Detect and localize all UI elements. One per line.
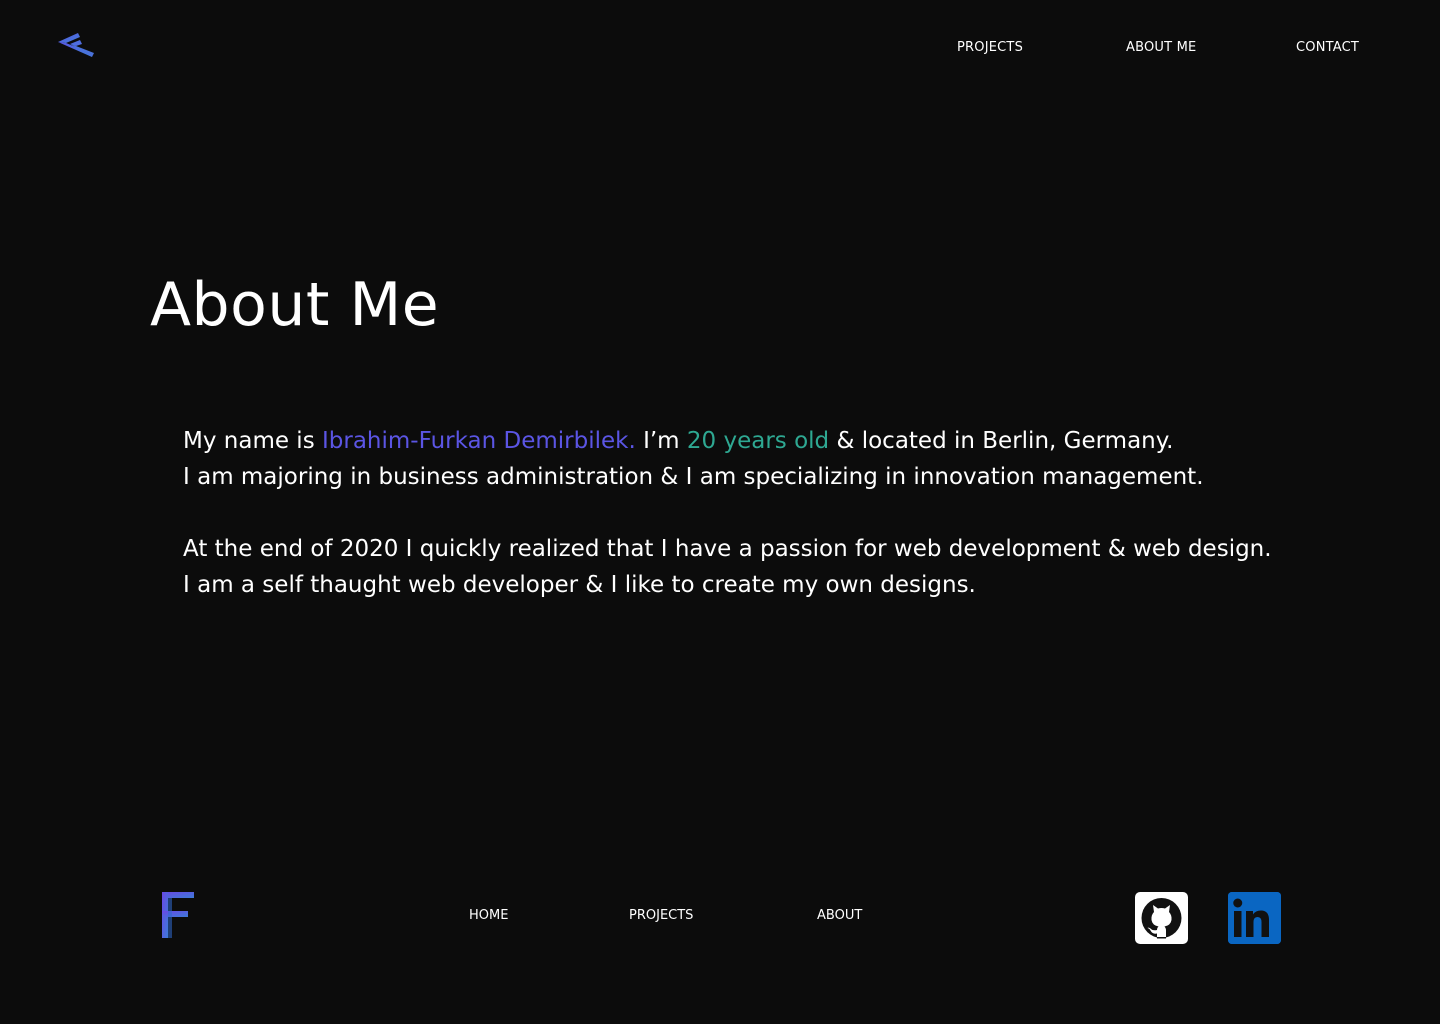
nav-link-about-me[interactable]: ABOUT ME (1126, 40, 1196, 55)
highlighted-age: 20 years old (686, 428, 830, 454)
footer-link-home[interactable]: HOME (469, 908, 508, 923)
bio-line: I am majoring in business administration… (183, 464, 1204, 490)
bio-text-segment: My name is (183, 428, 322, 454)
github-link[interactable] (1135, 892, 1188, 944)
nav-link-projects[interactable]: PROJECTS (957, 40, 1023, 55)
bio-line: At the end of 2020 I quickly realized th… (183, 536, 1272, 562)
bio-line: I am a self thaught web developer & I li… (183, 572, 976, 598)
footer-link-projects[interactable]: PROJECTS (629, 908, 693, 923)
bio-text: My name is Ibrahim-Furkan Demirbilek. I’… (183, 423, 1383, 603)
bio-text-segment: & located in Berlin, Germany. (829, 428, 1174, 454)
bio-paragraph-2: At the end of 2020 I quickly realized th… (183, 531, 1383, 603)
linkedin-link[interactable] (1228, 892, 1281, 944)
chevron-left-logo-icon[interactable] (56, 30, 96, 60)
linkedin-icon (1228, 892, 1281, 944)
page: PROJECTS ABOUT ME CONTACT About Me My na… (0, 0, 1440, 1024)
github-icon (1141, 898, 1182, 939)
page-title: About Me (150, 270, 440, 340)
highlighted-name: Ibrahim-Furkan Demirbilek. (322, 428, 636, 454)
f-letter-logo-icon[interactable] (160, 890, 198, 940)
bio-paragraph-1: My name is Ibrahim-Furkan Demirbilek. I’… (183, 423, 1383, 495)
footer-link-about[interactable]: ABOUT (817, 908, 862, 923)
nav-link-contact[interactable]: CONTACT (1296, 40, 1359, 55)
bio-text-segment: I’m (635, 428, 687, 454)
